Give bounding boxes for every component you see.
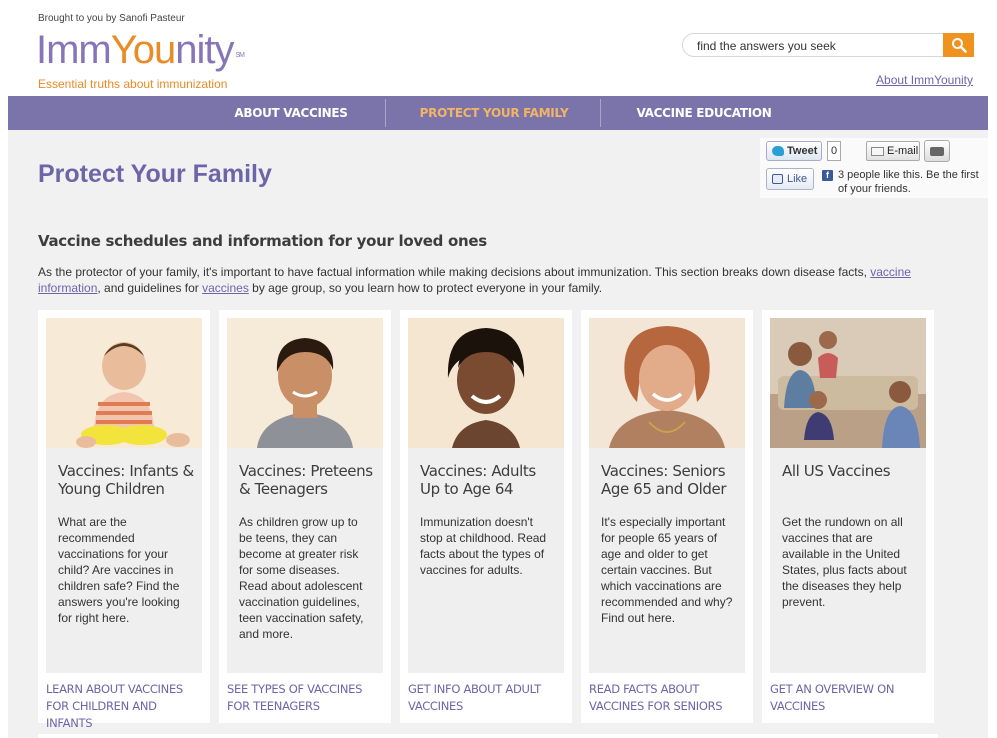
site-logo[interactable]: ImmYounity SM [36,28,245,72]
nav-divider [385,99,386,127]
card-title[interactable]: Vaccines: Preteens & Teenagers [239,462,375,498]
card-body: Vaccines: Infants & Young Children What … [46,318,202,673]
facebook-icon: f [822,170,833,181]
infant-photo[interactable] [46,318,202,448]
card-link[interactable]: GET AN OVERVIEW ON VACCINES [770,681,926,715]
printer-icon [930,147,944,156]
card-description: What are the recommended vaccinations fo… [58,515,180,625]
tagline: Essential truths about immunization [38,77,228,91]
like-count-text: 3 people like this. Be the first of your… [838,169,979,195]
card-link[interactable]: READ FACTS ABOUT VACCINES FOR SENIORS [589,681,745,715]
vaccines-link[interactable]: vaccines [202,281,249,295]
card-title[interactable]: Vaccines: Seniors Age 65 and Older [601,462,737,498]
card-description: Get the rundown on all vaccines that are… [782,515,907,609]
senior-photo[interactable] [589,318,745,448]
card-infants[interactable]: Vaccines: Infants & Young Children What … [38,310,210,730]
teen-photo[interactable] [227,318,383,448]
bottom-strip [38,734,938,738]
card-body: Vaccines: Adults Up to Age 64 Immunizati… [408,318,564,673]
page-title: Protect Your Family [38,160,272,188]
card-title[interactable]: Vaccines: Adults Up to Age 64 [420,462,556,498]
intro-text: , and guidelines for [97,281,203,295]
nav-about-vaccines[interactable]: ABOUT VACCINES [213,96,369,130]
tweet-count: 0 [827,141,841,161]
search-button[interactable] [943,33,974,57]
intro-text: As the protector of your family, it's im… [38,265,871,279]
like-label: Like [787,173,808,185]
print-button[interactable] [924,140,950,162]
thumbs-up-icon [772,174,783,184]
envelope-icon [871,147,884,156]
main-nav: ABOUT VACCINES PROTECT YOUR FAMILY VACCI… [8,96,988,130]
logo-text-nity: nity [175,28,234,72]
card-title[interactable]: All US Vaccines [782,462,918,480]
nav-protect-your-family[interactable]: PROTECT YOUR FAMILY [408,96,580,130]
search-icon [951,38,967,53]
nav-divider [600,99,601,127]
family-photo[interactable] [770,318,926,448]
service-mark: SM [235,52,245,59]
card-description: As children grow up to be teens, they ca… [239,515,364,641]
card-description: Immunization doesn't stop at childhood. … [420,515,547,577]
nav-vaccine-education[interactable]: VACCINE EDUCATION [623,96,785,130]
like-button[interactable]: Like [766,168,814,190]
site-header: Brought to you by Sanofi Pasteur ImmYoun… [0,0,997,96]
page: Brought to you by Sanofi Pasteur ImmYoun… [0,0,997,738]
card-preteens[interactable]: Vaccines: Preteens & Teenagers As childr… [219,310,391,723]
card-link[interactable]: LEARN ABOUT VACCINES FOR CHILDREN AND IN… [46,681,202,732]
section-heading: Vaccine schedules and information for yo… [38,232,487,250]
search-box [682,33,974,57]
card-link[interactable]: SEE TYPES OF VACCINES FOR TEENAGERS [227,681,383,715]
card-all-vaccines[interactable]: All US Vaccines Get the rundown on all v… [762,310,934,723]
card-body: Vaccines: Preteens & Teenagers As childr… [227,318,383,673]
brought-by-text: Brought to you by Sanofi Pasteur [38,13,185,24]
logo-text-imm: Imm [36,28,112,72]
intro-paragraph: As the protector of your family, it's im… [38,264,958,296]
card-description: It's especially important for people 65 … [601,515,733,625]
twitter-bird-icon [772,146,784,156]
card-seniors[interactable]: Vaccines: Seniors Age 65 and Older It's … [581,310,753,723]
search-input[interactable] [697,38,937,54]
adult-photo[interactable] [408,318,564,448]
card-body: All US Vaccines Get the rundown on all v… [770,318,926,673]
email-button[interactable]: E-mail [866,141,920,161]
card-link[interactable]: GET INFO ABOUT ADULT VACCINES [408,681,564,715]
main-content: Protect Your Family Tweet 0 E-mail Like … [8,130,988,738]
card-title[interactable]: Vaccines: Infants & Young Children [58,462,194,498]
email-label: E-mail [887,145,919,157]
card-adults[interactable]: Vaccines: Adults Up to Age 64 Immunizati… [400,310,572,723]
tweet-label: Tweet [787,145,818,157]
about-link[interactable]: About ImmYounity [876,73,973,87]
intro-text: by age group, so you learn how to protec… [248,281,603,295]
tweet-button[interactable]: Tweet [766,141,822,161]
social-share-bar: Tweet 0 E-mail Like f 3 people like this… [760,138,988,198]
logo-text-you: You [110,28,176,72]
card-body: Vaccines: Seniors Age 65 and Older It's … [589,318,745,673]
